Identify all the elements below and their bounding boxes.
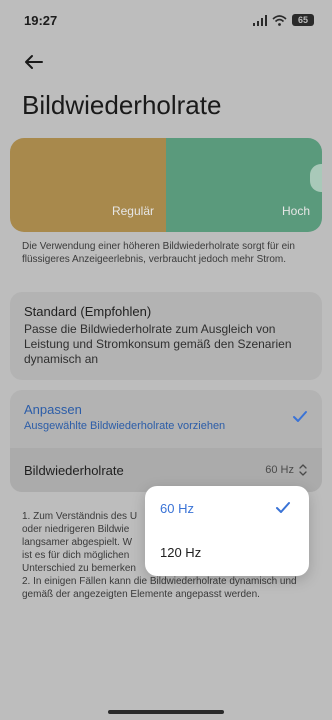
preview-regular-label: Regulär (111, 204, 154, 218)
refresh-rate-description: Die Verwendung einer höheren Bildwiederh… (22, 241, 295, 265)
checkmark-icon (276, 502, 290, 513)
option-custom-subtitle: Ausgewählte Bildwiederholrate vorziehen (24, 420, 226, 432)
preview-regular: Regulär (10, 138, 166, 232)
up-down-chevron-icon (299, 464, 307, 476)
wifi-icon (272, 14, 287, 26)
status-time: 19:27 (24, 12, 58, 28)
home-indicator[interactable] (108, 710, 224, 714)
battery-icon: 65 (292, 14, 314, 26)
signal-icon (253, 14, 267, 26)
dropdown-option-label: 60 Hz (160, 500, 194, 516)
status-bar: 19:27 65 (0, 0, 332, 40)
refresh-rate-row-value: 60 Hz (265, 464, 294, 476)
refresh-rate-row-label: Bildwiederholrate (24, 462, 124, 478)
dropdown-option-60hz[interactable]: 60 Hz (145, 486, 309, 530)
option-custom-header[interactable]: Anpassen Ausgewählte Bildwiederholrate v… (10, 390, 322, 448)
refresh-rate-dropdown: 60 Hz 120 Hz (145, 486, 309, 576)
notes-line: 2. In einigen Fällen kann die Bildwieder… (22, 576, 297, 600)
option-standard-description: Passe die Bildwiederholrate zum Ausgleic… (24, 322, 292, 366)
preview-high: Hoch (166, 138, 322, 232)
refresh-rate-row-value-wrap: 60 Hz (265, 463, 308, 477)
preview-slider-handle[interactable] (310, 164, 322, 192)
option-standard[interactable]: Standard (Empfohlen) Passe die Bildwiede… (10, 292, 322, 380)
page-title: Bildwiederholrate (22, 90, 222, 120)
preview-high-label: Hoch (281, 204, 310, 218)
option-custom: Anpassen Ausgewählte Bildwiederholrate v… (10, 390, 322, 492)
checkmark-icon (293, 411, 307, 422)
option-standard-title: Standard (Empfohlen) (24, 304, 152, 319)
refresh-rate-preview[interactable]: Regulär Hoch (10, 138, 322, 232)
dropdown-option-label: 120 Hz (160, 544, 202, 560)
option-custom-title: Anpassen (24, 402, 82, 417)
back-arrow-icon[interactable] (20, 48, 48, 76)
status-icons: 65 (253, 14, 314, 26)
dropdown-option-120hz[interactable]: 120 Hz (145, 530, 309, 574)
